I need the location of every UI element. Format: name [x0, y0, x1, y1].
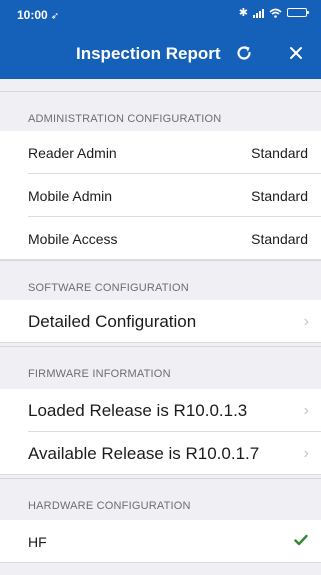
section-title: HARDWARE CONFIGURATION — [28, 500, 191, 512]
row-label: HF — [28, 533, 47, 550]
list-item-mobile-admin: Mobile Admin Standard — [0, 174, 321, 217]
section-header-software: SOFTWARE CONFIGURATION — [0, 260, 321, 300]
row-label: Mobile Admin — [28, 187, 113, 204]
wifi-icon — [269, 8, 282, 18]
cellular-signal-icon — [253, 8, 264, 18]
chevron-right-icon: › — [303, 401, 309, 419]
list-item-detailed-configuration[interactable]: Detailed Configuration › — [0, 300, 321, 343]
row-label: Mobile Access — [28, 230, 118, 247]
bluetooth-icon: ✱ — [238, 7, 248, 19]
list-item-mobile-access: Mobile Access Standard — [0, 217, 321, 260]
section-title: ADMINISTRATION CONFIGURATION — [28, 113, 222, 125]
battery-icon — [287, 8, 309, 17]
row-label: Detailed Configuration — [28, 311, 197, 331]
section-title: FIRMWARE INFORMATION — [28, 368, 171, 380]
status-bar: 10:00 ➶ ✱ — [0, 0, 321, 34]
row-value: Standard — [251, 144, 308, 161]
status-icons: ✱ — [238, 6, 309, 19]
chevron-right-icon: › — [303, 444, 309, 462]
page-title: Inspection Report — [76, 44, 221, 63]
section-header-firmware: FIRMWARE INFORMATION — [0, 346, 321, 386]
row-label: Loaded Release is R10.0.1.3 — [28, 400, 248, 420]
section-header-hardware: HARDWARE CONFIGURATION — [0, 478, 321, 518]
location-arrow-icon: ➶ — [50, 11, 60, 22]
list-item-reader-admin: Reader Admin Standard — [0, 131, 321, 174]
row-value: Standard — [251, 187, 308, 204]
status-time: 10:00 ➶ — [17, 8, 59, 22]
section-title: SOFTWARE CONFIGURATION — [28, 282, 189, 294]
refresh-icon[interactable] — [232, 41, 256, 65]
navigation-header: 10:00 ➶ ✱ Inspection Report — [0, 0, 321, 79]
list-item-available-release[interactable]: Available Release is R10.0.1.7 › — [0, 432, 321, 475]
checkmark-icon — [294, 533, 308, 551]
row-label: Reader Admin — [28, 144, 117, 161]
row-value: Standard — [251, 230, 308, 247]
row-label: Available Release is R10.0.1.7 — [28, 443, 260, 463]
list-item-hf: HF — [0, 520, 321, 563]
list-item-loaded-release[interactable]: Loaded Release is R10.0.1.3 › — [0, 389, 321, 432]
close-icon[interactable] — [284, 41, 308, 65]
chevron-right-icon: › — [303, 312, 309, 330]
section-header-administration: ADMINISTRATION CONFIGURATION — [0, 91, 321, 131]
clock-text: 10:00 — [17, 8, 48, 22]
